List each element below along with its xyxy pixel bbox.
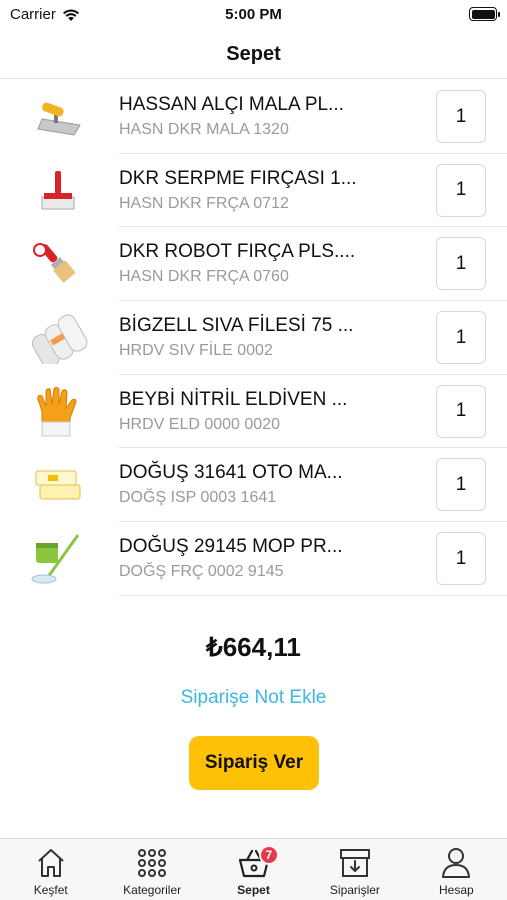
home-icon [38,849,64,877]
sponge-icon [35,470,81,500]
cart-item[interactable]: DOĞUŞ 29145 MOP PR... DOĞŞ FRÇ 0002 9145… [0,522,507,596]
cart-item[interactable]: DKR ROBOT FIRÇA PLS.... HASN DKR FRÇA 07… [0,227,507,302]
item-name: DKR ROBOT FIRÇA PLS.... [119,241,356,263]
tab-kesfet[interactable]: Keşfet [0,839,101,900]
quantity-field[interactable]: 1 [436,90,486,143]
navigation-bar: Sepet [0,30,507,79]
tab-siparisler[interactable]: Siparişler [304,839,405,900]
tab-hesap[interactable]: Hesap [406,839,507,900]
quantity-field[interactable]: 1 [436,384,486,438]
tab-label: Sepet [237,883,270,897]
user-icon [442,848,471,878]
add-note-link[interactable]: Siparişe Not Ekle [0,687,507,709]
tab-label: Hesap [438,883,474,897]
glove-icon [37,386,77,437]
item-code: HRDV ELD 0000 0020 [119,415,280,433]
item-name: HASSAN ALÇI MALA PL... [119,94,344,115]
status-time: 5:00 PM [225,6,282,23]
grid-icon [138,849,167,877]
item-code: HRDV SIV FİLE 0002 [119,342,273,360]
item-name: DKR SERPME FIRÇASI 1... [119,167,357,189]
item-name: BEYBİ NİTRİL ELDİVEN ... [119,388,348,410]
item-name: DOĞUŞ 29145 MOP PR... [119,536,343,558]
item-name: DOĞUŞ 31641 OTO MA... [119,462,343,484]
item-code: HASN DKR MALA 1320 [119,121,289,138]
tab-sepet[interactable]: 7 Sepet [203,839,304,900]
status-bar: Carrier 5:00 PM [0,0,507,30]
quantity-field[interactable]: 1 [436,237,486,291]
quantity-field[interactable]: 1 [436,532,486,586]
place-order-button[interactable]: Sipariş Ver [189,736,319,790]
cart-list: HASSAN ALÇI MALA PL... HASN DKR MALA 132… [0,80,507,596]
cart-total: ₺664,11 [206,632,301,662]
mesh-roll-icon [31,314,88,365]
tab-kategoriler[interactable]: Kategoriler [101,839,202,900]
divider [119,594,507,596]
item-code: DOĞŞ ISP 0003 1641 [119,489,277,507]
brush-icon [41,170,75,210]
quantity-field[interactable]: 1 [436,311,486,365]
quantity-field[interactable]: 1 [436,458,486,512]
cart-count-badge: 7 [258,845,279,865]
tab-label: Keşfet [33,883,68,897]
orders-icon [339,849,370,877]
page-title: Sepet [226,42,281,65]
mop-icon [31,534,80,584]
item-code: DOĞŞ FRÇ 0002 9145 [119,563,284,581]
paint-brush-icon [33,243,76,284]
item-code: HASN DKR FRÇA 0760 [119,268,289,286]
cart-item[interactable]: HASSAN ALÇI MALA PL... HASN DKR MALA 132… [0,80,507,154]
trowel-icon [37,102,81,136]
item-code: HASN DKR FRÇA 0712 [119,194,289,212]
cart-item[interactable]: BEYBİ NİTRİL ELDİVEN ... HRDV ELD 0000 0… [0,375,507,449]
tab-label: Kategoriler [123,883,182,897]
quantity-field[interactable]: 1 [436,163,486,217]
tab-label: Siparişler [329,883,380,897]
cart-item[interactable]: DOĞUŞ 31641 OTO MA... DOĞŞ ISP 0003 1641… [0,448,507,523]
cart-item[interactable]: BİGZELL SIVA FİLESİ 75 ... HRDV SIV FİLE… [0,301,507,375]
item-name: BİGZELL SIVA FİLESİ 75 ... [119,315,354,337]
tab-bar: Keşfet Kategoriler 7 Sepet Siparişler He… [0,838,507,900]
cart-item[interactable]: DKR SERPME FIRÇASI 1... HASN DKR FRÇA 07… [0,154,507,228]
battery-icon [469,7,500,21]
